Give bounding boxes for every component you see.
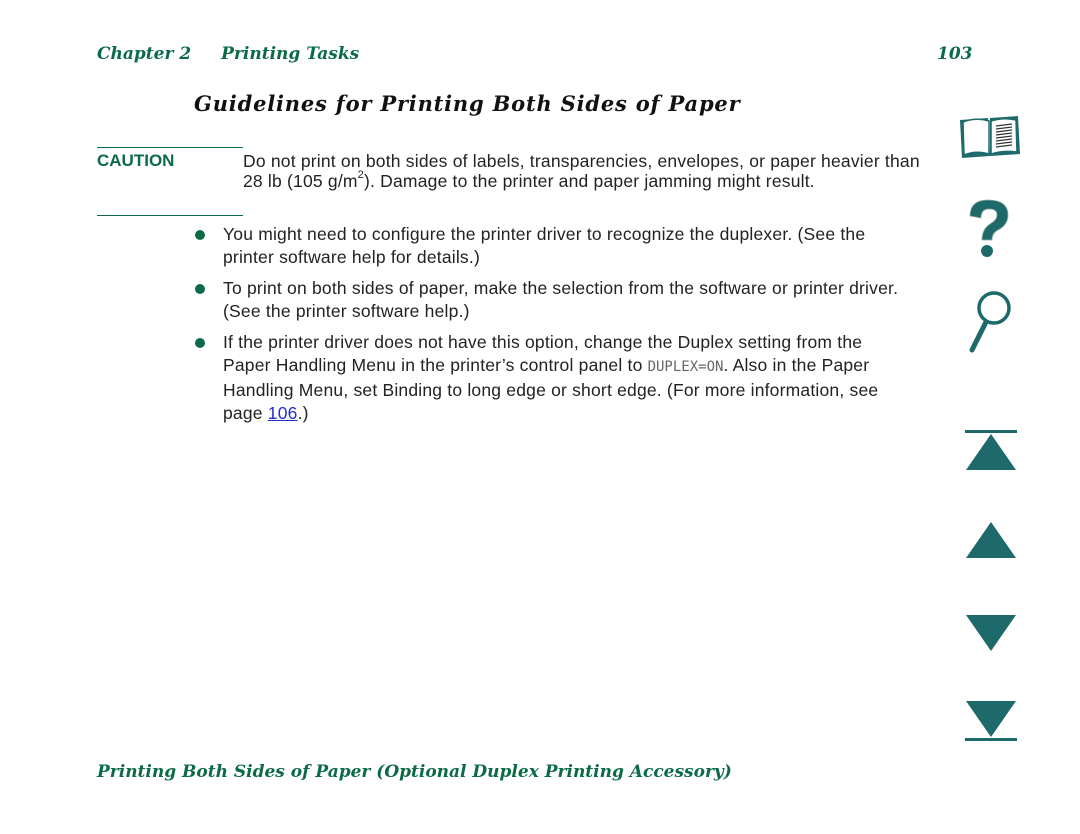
caution-top-rule <box>97 147 243 148</box>
section-label: Printing Tasks <box>221 44 360 64</box>
page-number: 103 <box>937 44 973 64</box>
caution-text: Do not print on both sides of labels, tr… <box>243 151 920 191</box>
next-page-icon <box>966 615 1016 651</box>
previous-page-icon <box>966 522 1016 558</box>
bullet-icon <box>195 284 205 294</box>
magnifier-icon <box>969 291 1011 353</box>
contents-button[interactable] <box>956 112 1024 164</box>
running-header: Chapter 2 Printing Tasks <box>97 44 359 64</box>
list-item: You might need to configure the printer … <box>194 223 914 269</box>
first-page-icon <box>965 430 1017 470</box>
list-item: If the printer driver does not have this… <box>194 331 914 425</box>
chapter-label: Chapter 2 <box>97 44 192 64</box>
page-106-link[interactable]: 106 <box>268 403 298 423</box>
page-title: Guidelines for Printing Both Sides of Pa… <box>194 91 741 116</box>
control-panel-setting: DUPLEX=ON <box>647 359 724 375</box>
bullet-icon <box>195 338 205 348</box>
last-page-icon <box>965 701 1017 741</box>
next-page-button[interactable] <box>963 612 1019 654</box>
first-page-button[interactable] <box>963 428 1019 474</box>
list-item: To print on both sides of paper, make th… <box>194 277 914 323</box>
guideline-list: You might need to configure the printer … <box>194 223 914 433</box>
running-footer: Printing Both Sides of Paper (Optional D… <box>97 762 732 782</box>
index-button[interactable] <box>964 288 1020 354</box>
caution-bottom-rule <box>97 215 243 216</box>
last-page-button[interactable] <box>963 698 1019 744</box>
help-button[interactable] <box>962 196 1016 262</box>
caution-label: CAUTION <box>97 151 175 170</box>
bullet-icon <box>195 230 205 240</box>
question-mark-icon <box>969 199 1009 257</box>
previous-page-button[interactable] <box>963 520 1019 562</box>
book-icon <box>960 116 1020 158</box>
